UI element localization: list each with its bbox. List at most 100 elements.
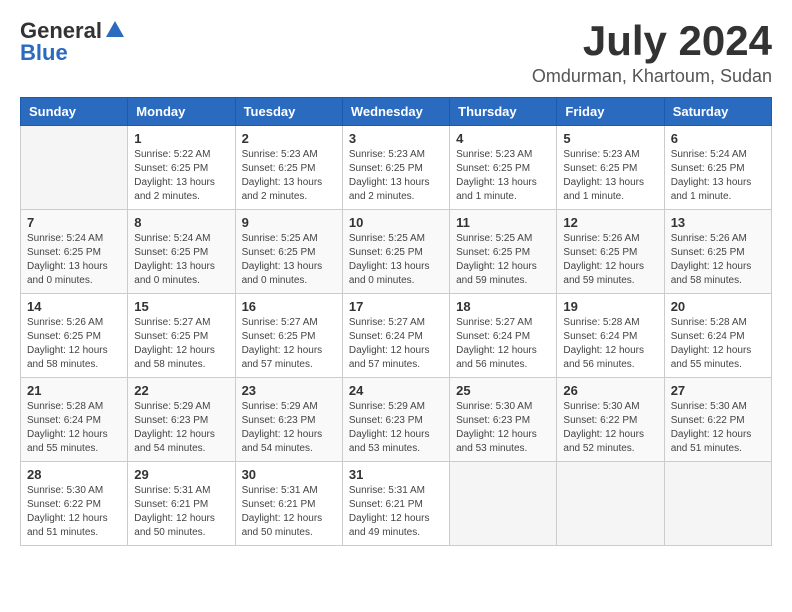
day-info: Sunrise: 5:24 AM Sunset: 6:25 PM Dayligh… bbox=[27, 232, 121, 288]
day-number: 14 bbox=[27, 299, 121, 314]
week-row-5: 28Sunrise: 5:30 AM Sunset: 6:22 PM Dayli… bbox=[21, 462, 772, 546]
week-row-4: 21 Sunrise: 5:28 AM Sunset: 6:24 PM Dayli… bbox=[21, 378, 772, 462]
calendar-cell bbox=[450, 462, 557, 546]
day-info: Sunrise: 5:29 AM Sunset: 6:23 PM Dayligh… bbox=[349, 400, 443, 456]
week-row-2: 7 Sunrise: 5:24 AM Sunset: 6:25 PM Daylig… bbox=[21, 210, 772, 294]
day-number: 16 bbox=[242, 299, 336, 314]
logo-general-text: General bbox=[20, 20, 102, 42]
day-info: Sunrise: 5:24 AM Sunset: 6:25 PM Dayligh… bbox=[134, 232, 228, 288]
calendar-cell: 26 Sunrise: 5:30 AM Sunset: 6:22 PM Dayli… bbox=[557, 378, 664, 462]
calendar-cell: 22 Sunrise: 5:29 AM Sunset: 6:23 PM Dayli… bbox=[128, 378, 235, 462]
day-info: Sunrise: 5:30 AM Sunset: 6:22 PM Dayligh… bbox=[27, 484, 121, 540]
day-info: Sunrise: 5:26 AM Sunset: 6:25 PM Dayligh… bbox=[671, 232, 765, 288]
calendar-cell bbox=[21, 126, 128, 210]
day-info: Sunrise: 5:27 AM Sunset: 6:25 PM Dayligh… bbox=[242, 316, 336, 372]
col-header-tuesday: Tuesday bbox=[235, 98, 342, 126]
calendar-cell: 2 Sunrise: 5:23 AM Sunset: 6:25 PM Daylig… bbox=[235, 126, 342, 210]
calendar-cell: 29Sunrise: 5:31 AM Sunset: 6:21 PM Dayli… bbox=[128, 462, 235, 546]
day-number: 15 bbox=[134, 299, 228, 314]
day-number: 7 bbox=[27, 215, 121, 230]
week-row-1: 1 Sunrise: 5:22 AM Sunset: 6:25 PM Daylig… bbox=[21, 126, 772, 210]
col-header-wednesday: Wednesday bbox=[342, 98, 449, 126]
col-header-thursday: Thursday bbox=[450, 98, 557, 126]
header-row: SundayMondayTuesdayWednesdayThursdayFrid… bbox=[21, 98, 772, 126]
day-info: Sunrise: 5:31 AM Sunset: 6:21 PM Dayligh… bbox=[134, 484, 228, 540]
day-info: Sunrise: 5:29 AM Sunset: 6:23 PM Dayligh… bbox=[134, 400, 228, 456]
day-number: 6 bbox=[671, 131, 765, 146]
calendar-cell: 12Sunrise: 5:26 AM Sunset: 6:25 PM Dayli… bbox=[557, 210, 664, 294]
day-number: 26 bbox=[563, 383, 657, 398]
day-info: Sunrise: 5:23 AM Sunset: 6:25 PM Dayligh… bbox=[456, 148, 550, 204]
calendar-cell: 23 Sunrise: 5:29 AM Sunset: 6:23 PM Dayli… bbox=[235, 378, 342, 462]
day-number: 22 bbox=[134, 383, 228, 398]
day-number: 31 bbox=[349, 467, 443, 482]
day-info: Sunrise: 5:30 AM Sunset: 6:22 PM Dayligh… bbox=[671, 400, 765, 456]
calendar-cell: 3Sunrise: 5:23 AM Sunset: 6:25 PM Daylig… bbox=[342, 126, 449, 210]
day-number: 27 bbox=[671, 383, 765, 398]
day-number: 2 bbox=[242, 131, 336, 146]
calendar-cell bbox=[557, 462, 664, 546]
calendar-cell: 19 Sunrise: 5:28 AM Sunset: 6:24 PM Dayli… bbox=[557, 294, 664, 378]
col-header-sunday: Sunday bbox=[21, 98, 128, 126]
logo-blue-text: Blue bbox=[20, 42, 68, 64]
calendar-cell: 8Sunrise: 5:24 AM Sunset: 6:25 PM Daylig… bbox=[128, 210, 235, 294]
calendar-table: SundayMondayTuesdayWednesdayThursdayFrid… bbox=[20, 97, 772, 546]
day-number: 4 bbox=[456, 131, 550, 146]
calendar-cell: 1 Sunrise: 5:22 AM Sunset: 6:25 PM Daylig… bbox=[128, 126, 235, 210]
logo-icon bbox=[104, 19, 126, 41]
day-number: 5 bbox=[563, 131, 657, 146]
day-info: Sunrise: 5:22 AM Sunset: 6:25 PM Dayligh… bbox=[134, 148, 228, 204]
calendar-cell: 18Sunrise: 5:27 AM Sunset: 6:24 PM Dayli… bbox=[450, 294, 557, 378]
calendar-cell: 20 Sunrise: 5:28 AM Sunset: 6:24 PM Dayli… bbox=[664, 294, 771, 378]
day-info: Sunrise: 5:30 AM Sunset: 6:22 PM Dayligh… bbox=[563, 400, 657, 456]
calendar-cell: 4 Sunrise: 5:23 AM Sunset: 6:25 PM Daylig… bbox=[450, 126, 557, 210]
calendar-cell: 16 Sunrise: 5:27 AM Sunset: 6:25 PM Dayli… bbox=[235, 294, 342, 378]
calendar-cell: 28Sunrise: 5:30 AM Sunset: 6:22 PM Dayli… bbox=[21, 462, 128, 546]
day-info: Sunrise: 5:31 AM Sunset: 6:21 PM Dayligh… bbox=[349, 484, 443, 540]
day-info: Sunrise: 5:28 AM Sunset: 6:24 PM Dayligh… bbox=[563, 316, 657, 372]
day-info: Sunrise: 5:29 AM Sunset: 6:23 PM Dayligh… bbox=[242, 400, 336, 456]
calendar-cell: 10Sunrise: 5:25 AM Sunset: 6:25 PM Dayli… bbox=[342, 210, 449, 294]
calendar-cell: 27 Sunrise: 5:30 AM Sunset: 6:22 PM Dayli… bbox=[664, 378, 771, 462]
calendar-cell: 21 Sunrise: 5:28 AM Sunset: 6:24 PM Dayli… bbox=[21, 378, 128, 462]
calendar-cell: 31 Sunrise: 5:31 AM Sunset: 6:21 PM Dayli… bbox=[342, 462, 449, 546]
page-header: General Blue July 2024 Omdurman, Khartou… bbox=[20, 20, 772, 87]
col-header-friday: Friday bbox=[557, 98, 664, 126]
title-section: July 2024 Omdurman, Khartoum, Sudan bbox=[532, 20, 772, 87]
main-title: July 2024 bbox=[532, 20, 772, 62]
day-info: Sunrise: 5:27 AM Sunset: 6:24 PM Dayligh… bbox=[349, 316, 443, 372]
day-info: Sunrise: 5:28 AM Sunset: 6:24 PM Dayligh… bbox=[27, 400, 121, 456]
day-info: Sunrise: 5:23 AM Sunset: 6:25 PM Dayligh… bbox=[242, 148, 336, 204]
day-info: Sunrise: 5:23 AM Sunset: 6:25 PM Dayligh… bbox=[563, 148, 657, 204]
day-number: 20 bbox=[671, 299, 765, 314]
day-number: 21 bbox=[27, 383, 121, 398]
calendar-cell: 17Sunrise: 5:27 AM Sunset: 6:24 PM Dayli… bbox=[342, 294, 449, 378]
day-info: Sunrise: 5:27 AM Sunset: 6:25 PM Dayligh… bbox=[134, 316, 228, 372]
day-info: Sunrise: 5:25 AM Sunset: 6:25 PM Dayligh… bbox=[456, 232, 550, 288]
logo: General Blue bbox=[20, 20, 126, 64]
subtitle: Omdurman, Khartoum, Sudan bbox=[532, 66, 772, 87]
col-header-saturday: Saturday bbox=[664, 98, 771, 126]
calendar-cell: 6 Sunrise: 5:24 AM Sunset: 6:25 PM Daylig… bbox=[664, 126, 771, 210]
day-info: Sunrise: 5:27 AM Sunset: 6:24 PM Dayligh… bbox=[456, 316, 550, 372]
day-info: Sunrise: 5:25 AM Sunset: 6:25 PM Dayligh… bbox=[242, 232, 336, 288]
day-info: Sunrise: 5:23 AM Sunset: 6:25 PM Dayligh… bbox=[349, 148, 443, 204]
col-header-monday: Monday bbox=[128, 98, 235, 126]
calendar-cell: 9Sunrise: 5:25 AM Sunset: 6:25 PM Daylig… bbox=[235, 210, 342, 294]
day-info: Sunrise: 5:24 AM Sunset: 6:25 PM Dayligh… bbox=[671, 148, 765, 204]
calendar-cell: 30 Sunrise: 5:31 AM Sunset: 6:21 PM Dayli… bbox=[235, 462, 342, 546]
day-number: 30 bbox=[242, 467, 336, 482]
calendar-cell bbox=[664, 462, 771, 546]
day-info: Sunrise: 5:30 AM Sunset: 6:23 PM Dayligh… bbox=[456, 400, 550, 456]
day-info: Sunrise: 5:28 AM Sunset: 6:24 PM Dayligh… bbox=[671, 316, 765, 372]
calendar-cell: 13Sunrise: 5:26 AM Sunset: 6:25 PM Dayli… bbox=[664, 210, 771, 294]
day-number: 23 bbox=[242, 383, 336, 398]
week-row-3: 14 Sunrise: 5:26 AM Sunset: 6:25 PM Dayli… bbox=[21, 294, 772, 378]
day-number: 12 bbox=[563, 215, 657, 230]
day-number: 1 bbox=[134, 131, 228, 146]
day-info: Sunrise: 5:31 AM Sunset: 6:21 PM Dayligh… bbox=[242, 484, 336, 540]
calendar-cell: 14 Sunrise: 5:26 AM Sunset: 6:25 PM Dayli… bbox=[21, 294, 128, 378]
day-number: 10 bbox=[349, 215, 443, 230]
day-info: Sunrise: 5:26 AM Sunset: 6:25 PM Dayligh… bbox=[27, 316, 121, 372]
day-number: 19 bbox=[563, 299, 657, 314]
